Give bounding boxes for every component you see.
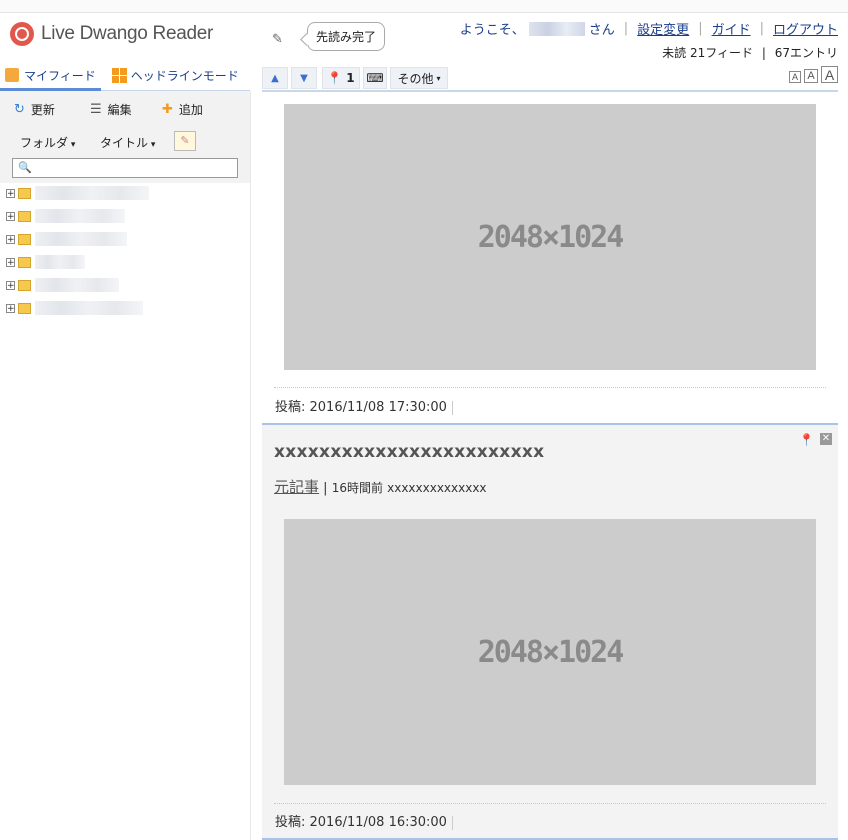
- expand-icon: +: [6, 211, 15, 222]
- divider: [274, 803, 826, 804]
- tab-my-feed-label: マイフィード: [24, 68, 96, 83]
- feed-search-input[interactable]: 🔍: [12, 158, 238, 178]
- folder-icon: [18, 233, 31, 245]
- unread-entries: 67エントリ: [774, 46, 838, 60]
- next-entry-button[interactable]: ▼: [291, 67, 317, 89]
- folder-item[interactable]: +: [6, 232, 127, 246]
- separator: |: [623, 21, 629, 36]
- expand-icon: +: [6, 303, 15, 314]
- username-redacted: [528, 21, 585, 36]
- expand-icon: +: [6, 234, 15, 245]
- pin-icon[interactable]: 📍: [799, 433, 814, 447]
- folder-item[interactable]: +: [6, 209, 125, 223]
- pin-icon: 📍: [327, 71, 343, 85]
- notification-icon: ✎: [272, 32, 283, 47]
- add-feed-button[interactable]: ✚ 追加: [162, 101, 203, 118]
- settings-link[interactable]: 設定変更: [637, 19, 689, 38]
- entry-image[interactable]: 2048×1024: [284, 519, 816, 785]
- meta-separator: |: [323, 481, 328, 496]
- more-menu-button[interactable]: その他 ▾: [390, 67, 448, 89]
- app-title: Live Dwango Reader: [41, 23, 214, 44]
- sidebar: ↻ 更新 ☰ 編集 ✚ 追加 フォルダ タイトル ✎ 🔍 + + + + + +: [0, 91, 251, 840]
- keyboard-icon[interactable]: ⌨: [363, 67, 387, 89]
- tab-headline-mode-label: ヘッドラインモード: [130, 68, 239, 83]
- sidebar-tabs: マイフィード ヘッドラインモード: [0, 62, 250, 91]
- entry-image[interactable]: 2048×1024: [284, 104, 816, 370]
- folder-name-redacted: [35, 278, 119, 292]
- divider: [274, 387, 826, 388]
- entry-author: xxxxxxxxxxxxxx: [387, 481, 487, 495]
- refresh-icon: ↻: [14, 102, 25, 117]
- entry-card-active: 📍 ✕ xxxxxxxxxxxxxxxxxxxxxxxx 元記事 | 16時間前…: [262, 423, 838, 840]
- pin-count: 1: [346, 71, 355, 85]
- folder-name-redacted: [35, 255, 85, 269]
- counts-separator: |: [761, 46, 766, 60]
- folder-icon: [18, 187, 31, 199]
- user-bar: ようこそ、 さん | 設定変更 | ガイド | ログアウト: [460, 19, 838, 38]
- headline-grid-icon: [111, 68, 127, 83]
- folder-name-redacted: [35, 301, 143, 315]
- pin-count-button[interactable]: 📍 1: [322, 67, 360, 89]
- my-feed-icon: [5, 68, 19, 82]
- folder-item[interactable]: +: [6, 186, 149, 200]
- folder-item[interactable]: +: [6, 255, 85, 269]
- edit-label: 編集: [107, 103, 132, 117]
- dropdown-caret-icon: ▾: [436, 73, 441, 83]
- add-label: 追加: [178, 103, 203, 117]
- tab-my-feed[interactable]: マイフィード: [0, 62, 101, 91]
- refresh-button[interactable]: ↻ 更新: [14, 101, 55, 118]
- unread-counts: 未読 21フィード | 67エントリ: [662, 44, 838, 61]
- tab-headline-mode[interactable]: ヘッドラインモード: [107, 62, 244, 88]
- search-icon: 🔍: [18, 161, 32, 174]
- font-large-button[interactable]: A: [821, 66, 838, 83]
- welcome-suffix: さん: [588, 23, 615, 38]
- welcome-prefix: ようこそ、: [459, 23, 525, 38]
- folder-icon: [18, 256, 31, 268]
- refresh-label: 更新: [30, 103, 55, 117]
- guide-link[interactable]: ガイド: [712, 19, 751, 38]
- logo-mark-icon: [10, 22, 34, 46]
- expand-icon: +: [6, 280, 15, 291]
- folder-item[interactable]: +: [6, 278, 119, 292]
- expand-icon: +: [6, 257, 15, 268]
- folder-item[interactable]: +: [6, 301, 143, 315]
- separator: |: [698, 21, 703, 36]
- unread-feeds: 未読 21フィード: [662, 46, 754, 60]
- title-sort-dropdown[interactable]: タイトル: [100, 134, 155, 151]
- prev-entry-button[interactable]: ▲: [262, 67, 288, 89]
- list-icon: ☰: [90, 102, 102, 117]
- font-size-controls: A A A: [789, 66, 838, 83]
- folder-name-redacted: [35, 209, 125, 223]
- add-feed-icon: ✚: [162, 102, 173, 117]
- close-icon[interactable]: ✕: [820, 433, 832, 445]
- font-medium-button[interactable]: A: [804, 69, 818, 83]
- folder-icon: [18, 279, 31, 291]
- font-small-button[interactable]: A: [789, 71, 801, 83]
- entry-title[interactable]: xxxxxxxxxxxxxxxxxxxxxxxx: [274, 442, 544, 462]
- source-article-link[interactable]: 元記事: [274, 478, 319, 496]
- logout-link[interactable]: ログアウト: [773, 19, 838, 38]
- folder-name-redacted: [35, 232, 127, 246]
- entry-toolbar: ▲ ▼ 📍 1 ⌨ その他 ▾: [262, 66, 838, 92]
- note-icon[interactable]: ✎: [174, 131, 196, 151]
- folder-icon: [18, 302, 31, 314]
- separator: |: [759, 21, 764, 36]
- folder-icon: [18, 210, 31, 222]
- more-label: その他: [397, 71, 434, 86]
- sidebar-toolbar: ↻ 更新 ☰ 編集 ✚ 追加 フォルダ タイトル ✎ 🔍: [0, 91, 250, 183]
- entry-age: 16時間前: [331, 481, 383, 495]
- entry-posted-date: 投稿: 2016/11/08 16:30:00: [275, 811, 453, 830]
- folder-dropdown[interactable]: フォルダ: [20, 134, 75, 151]
- entry-posted-date: 投稿: 2016/11/08 17:30:00: [275, 396, 453, 415]
- app-logo[interactable]: Live Dwango Reader: [10, 22, 213, 46]
- browser-top-edge: [0, 0, 848, 13]
- entry-meta: 元記事 | 16時間前 xxxxxxxxxxxxxx: [274, 476, 487, 497]
- expand-icon: +: [6, 188, 15, 199]
- edit-button[interactable]: ☰ 編集: [90, 101, 132, 118]
- folder-name-redacted: [35, 186, 149, 200]
- prefetch-status-bubble: 先読み完了: [307, 22, 386, 51]
